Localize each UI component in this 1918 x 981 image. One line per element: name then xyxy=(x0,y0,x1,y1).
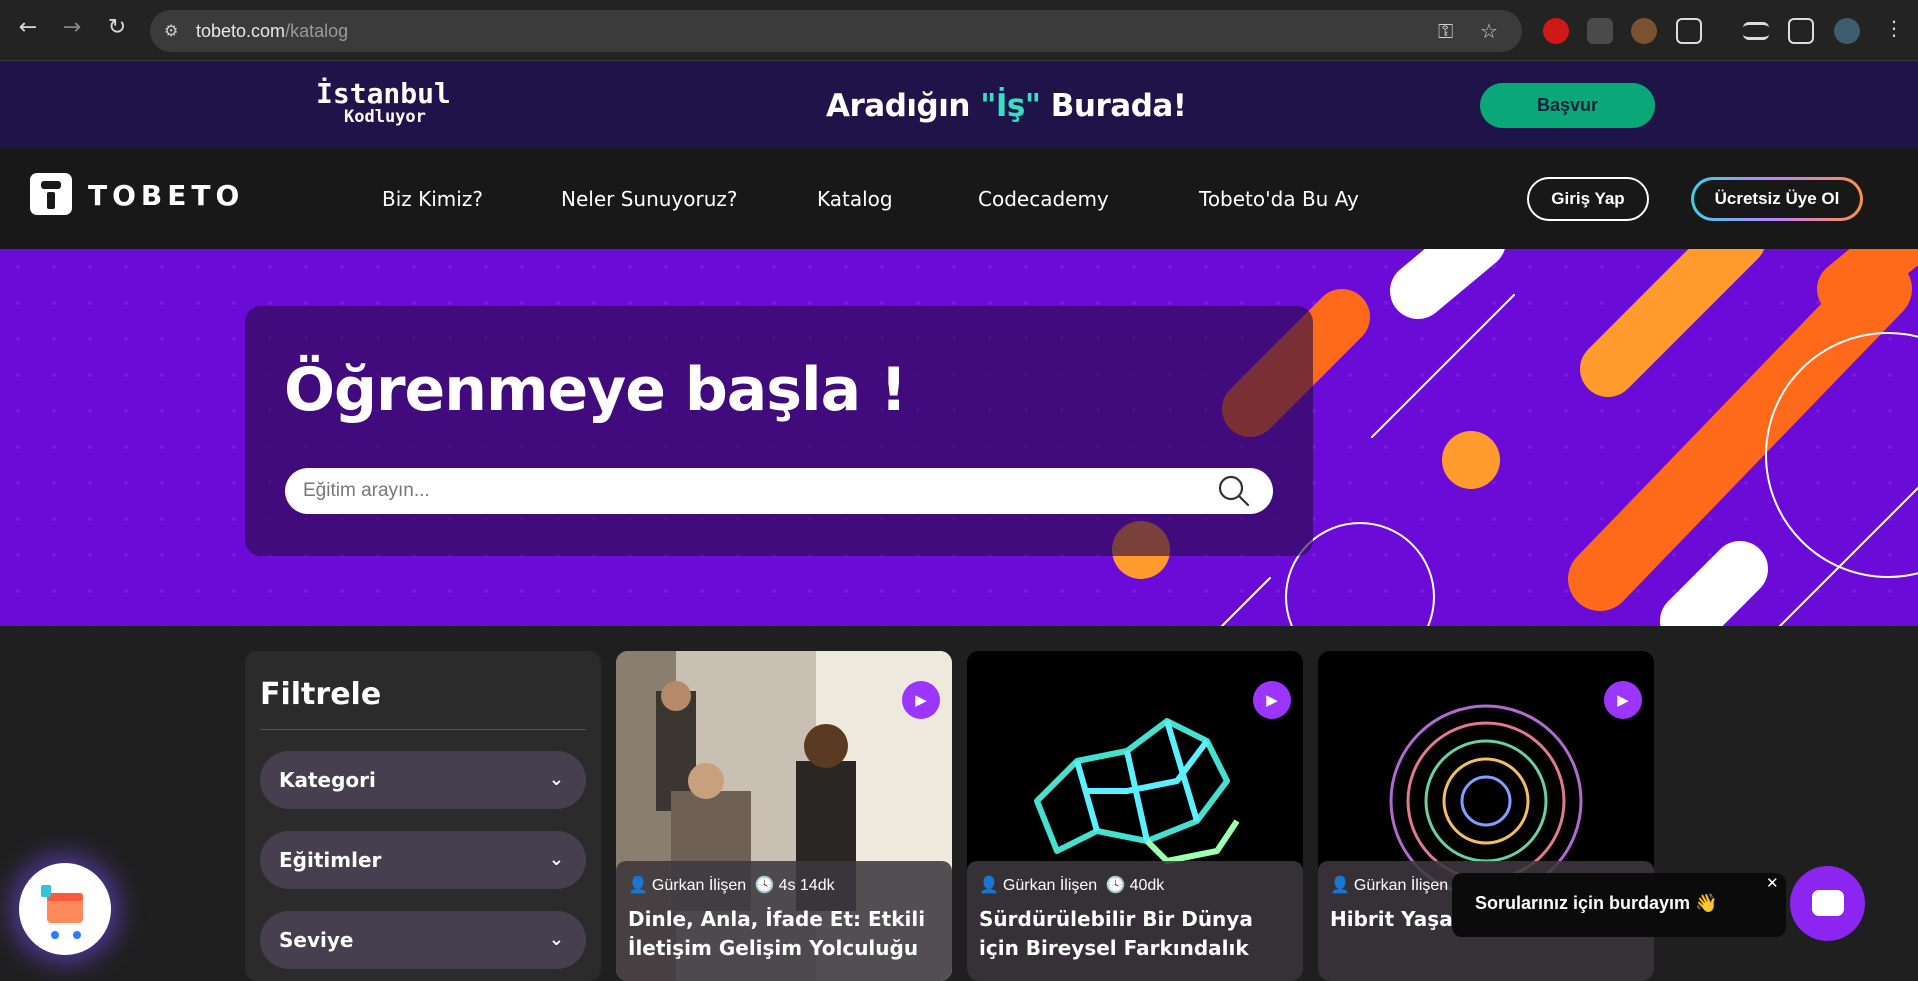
course-info: 👤 Gürkan İlişen 🕓 4s 14dk Dinle, Anla, İfa… xyxy=(616,861,952,981)
signup-label: Ücretsiz Üye Ol xyxy=(1694,180,1860,218)
course-meta: 👤 Gürkan İlişen 🕓 40dk xyxy=(979,877,1165,894)
filter-title: Filtrele xyxy=(260,677,382,712)
media-control-icon[interactable] xyxy=(1743,22,1769,40)
address-bar[interactable]: ⚙ tobeto.com/katalog ⚿ ☆ xyxy=(150,10,1522,52)
course-info: 👤 Gürkan İlişen 🕓 40dk Sürdürülebilir Bir … xyxy=(967,861,1303,981)
adblock-extension-icon[interactable] xyxy=(1543,18,1569,44)
user-icon: 👤 xyxy=(628,877,648,894)
filter-label: Eğitimler xyxy=(279,848,382,872)
nav-item-neler-sunuyoruz[interactable]: Neler Sunuyoruz? xyxy=(561,187,738,211)
istanbul-kodluyor-logo[interactable]: İstanbul Kodluyor xyxy=(316,80,451,127)
chat-bubble-icon xyxy=(1812,890,1844,916)
back-icon[interactable]: ← xyxy=(14,14,42,42)
search-placeholder: Eğitim arayın... xyxy=(303,480,430,501)
play-icon[interactable]: ▶ xyxy=(1253,681,1291,719)
profile-avatar-icon[interactable] xyxy=(1834,18,1860,44)
brand-name[interactable]: TOBETO xyxy=(88,179,244,212)
filter-seviye[interactable]: Seviye ⌄ xyxy=(260,911,586,969)
course-card[interactable]: ▶ 👤 Gürkan İlişen 🕓 40dk Sürdürülebilir Bi… xyxy=(967,651,1303,981)
calendar-cart-icon xyxy=(41,885,83,939)
banner-headline: Aradığın "İş" Burada! xyxy=(826,88,1187,124)
hero-card xyxy=(245,306,1313,556)
course-meta: 👤 Gürkan İlişen xyxy=(1330,877,1449,894)
search-icon[interactable] xyxy=(1217,474,1251,508)
close-icon[interactable]: ✕ xyxy=(1766,874,1779,892)
hero-title: Öğrenmeye başla ! xyxy=(284,355,907,425)
filter-label: Kategori xyxy=(279,768,376,792)
play-icon[interactable]: ▶ xyxy=(902,681,940,719)
chevron-down-icon: ⌄ xyxy=(548,849,564,870)
key-icon[interactable]: ⚿ xyxy=(1438,19,1453,43)
url-text[interactable]: tobeto.com/katalog xyxy=(196,21,348,42)
course-search-input[interactable]: Eğitim arayın... xyxy=(285,468,1273,514)
site-settings-icon[interactable]: ⚙ xyxy=(164,21,178,40)
chevron-down-icon: ⌄ xyxy=(548,769,564,790)
reload-icon[interactable]: ↻ xyxy=(103,14,131,42)
chat-button[interactable] xyxy=(1790,866,1865,941)
clock-icon: 🕓 xyxy=(1105,877,1126,894)
filter-kategori[interactable]: Kategori ⌄ xyxy=(260,751,586,809)
course-meta: 👤 Gürkan İlişen 🕓 4s 14dk xyxy=(628,877,835,894)
chevron-down-icon: ⌄ xyxy=(548,929,564,950)
star-icon[interactable]: ☆ xyxy=(1480,19,1498,43)
login-button[interactable]: Giriş Yap xyxy=(1527,177,1649,221)
apply-button[interactable]: Başvur xyxy=(1480,83,1655,128)
chat-greeting[interactable]: Sorularınız için burdayım 👋 xyxy=(1452,873,1786,937)
course-title: Dinle, Anla, İfade Et: Etkili İletişim G… xyxy=(628,907,926,960)
filter-egitimler[interactable]: Eğitimler ⌄ xyxy=(260,831,586,889)
user-icon: 👤 xyxy=(1330,877,1350,894)
user-icon: 👤 xyxy=(979,877,999,894)
tobeto-logo-icon[interactable] xyxy=(30,173,72,215)
extensions-puzzle-icon[interactable] xyxy=(1676,18,1702,44)
nav-item-biz-kimiz[interactable]: Biz Kimiz? xyxy=(382,187,483,211)
kebab-menu-icon[interactable]: ⋮ xyxy=(1880,14,1908,42)
course-title: Sürdürülebilir Bir Dünya için Bireysel F… xyxy=(979,907,1253,960)
course-card[interactable]: ▶ 👤 Gürkan İlişen 🕓 4s 14dk Dinle, Anla, İ… xyxy=(616,651,952,981)
extension-icon[interactable] xyxy=(1587,18,1613,44)
filter-label: Seviye xyxy=(279,928,354,952)
side-panel-icon[interactable] xyxy=(1788,18,1814,44)
play-icon[interactable]: ▶ xyxy=(1604,681,1642,719)
cookie-extension-icon[interactable] xyxy=(1631,18,1657,44)
clock-icon: 🕓 xyxy=(754,877,775,894)
calendar-widget[interactable] xyxy=(19,863,111,955)
nav-item-tobeto-bu-ay[interactable]: Tobeto'da Bu Ay xyxy=(1199,187,1359,211)
nav-item-katalog[interactable]: Katalog xyxy=(817,187,893,211)
forward-icon[interactable]: → xyxy=(58,14,86,42)
signup-button[interactable]: Ücretsiz Üye Ol xyxy=(1691,177,1863,221)
nav-item-codecademy[interactable]: Codecademy xyxy=(978,187,1109,211)
browser-toolbar: ← → ↻ ⚙ tobeto.com/katalog ⚿ ☆ ⋮ xyxy=(0,0,1918,61)
filter-divider xyxy=(260,729,586,730)
